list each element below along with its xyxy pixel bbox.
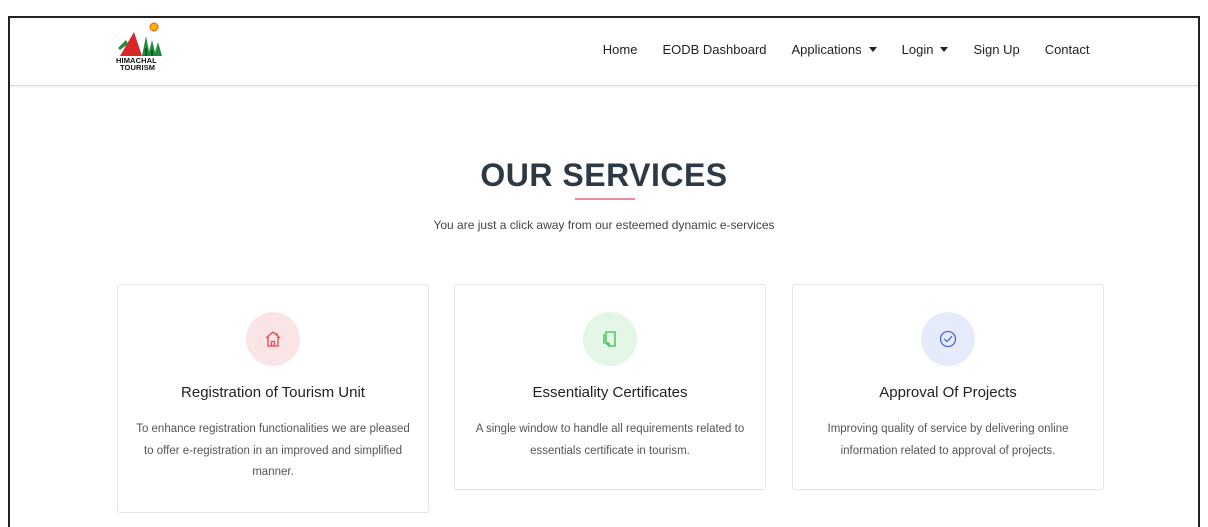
logo-text: HIMACHAL TOURISM (116, 57, 157, 72)
service-card-registration[interactable]: Registration of Tourism Unit To enhance … (117, 284, 429, 513)
card-description: To enhance registration functionalities … (136, 423, 410, 478)
service-card-approval-of-projects[interactable]: Approval Of Projects Improving quality o… (792, 284, 1104, 490)
nav-home[interactable]: Home (590, 40, 650, 59)
section-title: OUR SERVICES (480, 157, 728, 193)
card-title: Registration of Tourism Unit (181, 384, 365, 401)
nav-links: Home EODB Dashboard Applications Login S… (590, 40, 1102, 59)
himachal-tourism-logo[interactable]: HIMACHAL TOURISM (116, 22, 176, 80)
card-title: Approval Of Projects (879, 384, 1017, 401)
nav-eodb-label: EODB Dashboard (662, 42, 767, 57)
check-circle-icon (939, 330, 957, 348)
nav-sign-up[interactable]: Sign Up (961, 40, 1032, 59)
navbar: HIMACHAL TOURISM Home EODB Dashboard App… (10, 18, 1198, 86)
nav-home-label: Home (602, 42, 638, 57)
document-icon (603, 331, 616, 347)
service-card-essentiality-certificates[interactable]: Essentiality Certificates A single windo… (454, 284, 766, 490)
icon-circle (246, 312, 300, 366)
caret-down-icon (868, 47, 877, 52)
nav-eodb-dashboard[interactable]: EODB Dashboard (650, 40, 779, 59)
nav-login-label: Login (901, 42, 934, 57)
icon-circle (921, 312, 975, 366)
nav-login-dropdown[interactable]: Login (889, 40, 961, 59)
nav-signup-label: Sign Up (973, 42, 1020, 57)
caret-down-icon (940, 47, 949, 52)
nav-contact-label: Contact (1044, 42, 1090, 57)
nav-applications-dropdown[interactable]: Applications (779, 40, 889, 59)
page-frame: HIMACHAL TOURISM Home EODB Dashboard App… (8, 16, 1200, 527)
icon-circle (583, 312, 637, 366)
home-icon (265, 331, 281, 347)
card-description: A single window to handle all requiremen… (475, 423, 745, 457)
card-description: Improving quality of service by deliveri… (827, 423, 1069, 457)
card-title: Essentiality Certificates (532, 384, 688, 401)
mountain-trees-logo-icon (118, 22, 162, 56)
nav-applications-label: Applications (791, 42, 862, 57)
logo-text-line2: TOURISM (120, 63, 156, 72)
title-underline (575, 198, 635, 200)
nav-contact[interactable]: Contact (1032, 40, 1102, 59)
section-subtitle: You are just a click away from our estee… (433, 218, 775, 232)
